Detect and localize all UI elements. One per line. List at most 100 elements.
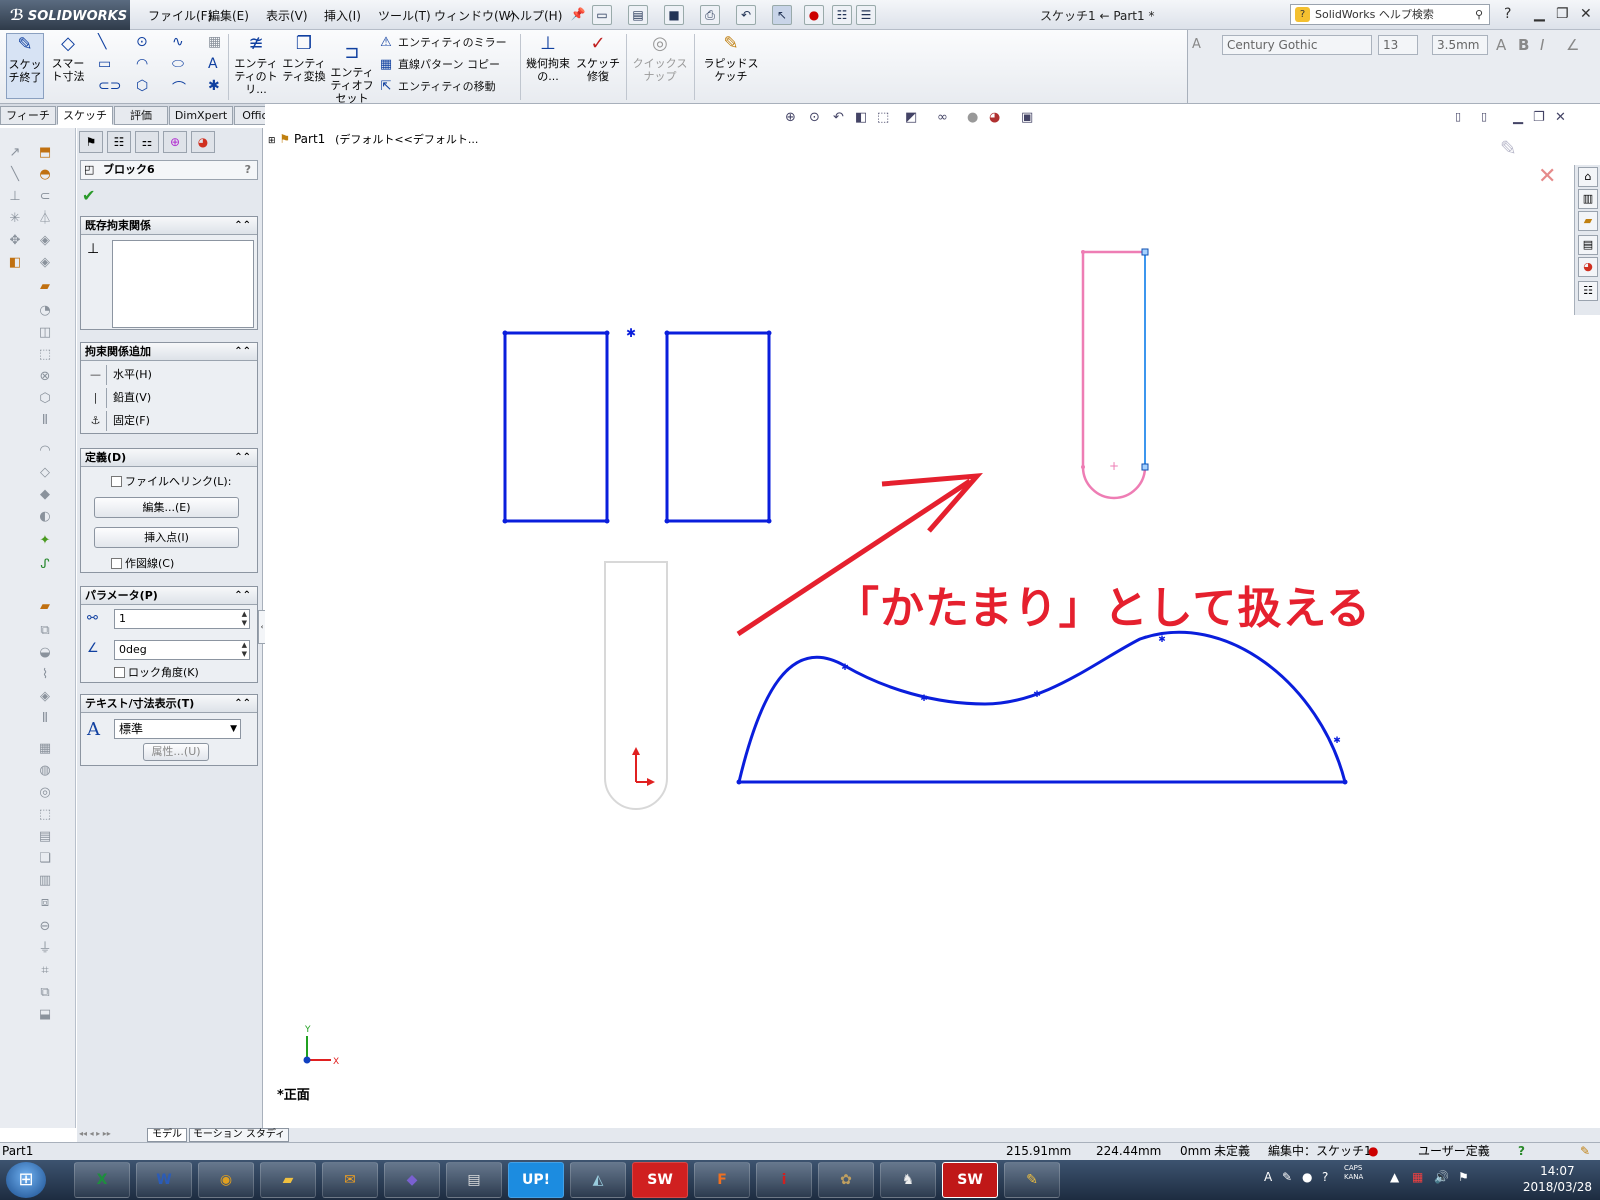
tab-motion-study[interactable]: モーション スタディ 1 — [189, 1128, 289, 1152]
hole-icon[interactable]: ⊗ — [36, 368, 54, 386]
scale-icon[interactable]: ⧉ — [36, 984, 54, 1002]
restore-button[interactable]: ❐ — [1556, 6, 1569, 22]
display-manager-tab-icon[interactable]: ◕ — [191, 131, 215, 153]
rebuild-status-icon[interactable]: ● — [1368, 1143, 1378, 1160]
cut-extrude-icon[interactable]: ▰ — [36, 278, 54, 296]
surface-icon[interactable]: ▦ — [36, 740, 54, 758]
design-library-icon[interactable]: ▥ — [1578, 189, 1598, 209]
draft-icon[interactable]: ◆ — [36, 486, 54, 504]
sketch-end-button[interactable]: ✎ スケッチ終了 — [6, 33, 44, 99]
lock-angle-checkbox[interactable]: ロック角度(K) — [114, 664, 199, 680]
curve-icon[interactable]: ᔑ — [36, 556, 54, 574]
rhino-taskbar-icon[interactable]: ♞ — [880, 1162, 936, 1198]
ok-check-icon[interactable]: ✔ — [82, 186, 95, 205]
solidworks-active-taskbar-icon[interactable]: SW — [942, 1162, 998, 1198]
font-height-input[interactable]: 3.5mm — [1432, 35, 1488, 55]
custom-properties-icon[interactable]: ☷ — [1578, 281, 1598, 301]
open-folder-icon[interactable]: ▤ — [628, 5, 648, 25]
solidworks-logo[interactable]: ℬ SOLIDWORKS — [0, 0, 130, 30]
spin-arrows-icon[interactable]: ▲ ▼ — [242, 641, 247, 659]
help-status-icon[interactable]: ? — [1518, 1143, 1525, 1160]
font-size-select[interactable]: 13 — [1378, 35, 1418, 55]
spline-profile[interactable]: ✱ ✱ ✱ ✱ ✱ — [736, 630, 1348, 785]
fillet-tool-icon[interactable]: ◠ — [36, 442, 54, 460]
rapid-sketch-button[interactable]: ✎ ラピッドスケッチ — [700, 33, 762, 83]
ime-indicator[interactable]: A — [1264, 1170, 1272, 1184]
cut-icon[interactable]: ◈ — [36, 254, 54, 272]
tray-tools-icon[interactable]: ✎ — [1282, 1170, 1292, 1184]
relation-vertical-button[interactable]: | 鉛直(V) — [85, 388, 253, 408]
insert-point-button[interactable]: 挿入点(I) — [94, 527, 239, 548]
edit-button[interactable]: 編集...(E) — [94, 497, 239, 518]
attributes-button[interactable]: 属性...(U) — [143, 743, 209, 761]
angle-input[interactable]: 0deg ▲ ▼ — [114, 640, 250, 660]
sketch-tool-icon[interactable]: ↗ — [6, 144, 24, 162]
text-icon[interactable]: A — [208, 56, 218, 72]
definition-header[interactable]: 定義(D) ⌃⌃ — [81, 449, 257, 467]
relation-horizontal-button[interactable]: — 水平(H) — [85, 365, 253, 385]
construction-icon[interactable]: ▦ — [208, 34, 221, 50]
dropdown-arrow-icon[interactable]: ▼ — [230, 720, 237, 738]
menu-help[interactable]: ヘルプ(H) — [508, 7, 562, 24]
rectangle-icon[interactable]: ▭ — [98, 56, 111, 72]
revolve-surface-icon[interactable]: ◎ — [36, 784, 54, 802]
resources-home-icon[interactable]: ⌂ — [1578, 167, 1598, 187]
help-question-icon[interactable]: ? — [245, 161, 251, 179]
rapid-prototype-icon[interactable]: ✦ — [36, 532, 54, 550]
tools-status-icon[interactable]: ✎ — [1580, 1143, 1590, 1160]
feature-tree-tab-icon[interactable]: ⚑ — [79, 131, 103, 153]
new-document-icon[interactable]: ▭ — [592, 5, 612, 25]
extrude-icon[interactable]: ⬒ — [36, 144, 54, 162]
copy-body-icon[interactable]: ⧉ — [36, 622, 54, 640]
repair-sketch-button[interactable]: ✓ スケッチ修復 — [576, 33, 620, 83]
file-explorer-icon[interactable]: ▰ — [1578, 211, 1598, 231]
scale-input[interactable]: 1 ▲ ▼ — [114, 609, 250, 629]
loft-icon[interactable]: ⏃ — [36, 210, 54, 228]
cut-loft-icon[interactable]: ⬚ — [36, 346, 54, 364]
taskbar-clock[interactable]: 14:07 2018/03/28 — [1523, 1163, 1592, 1195]
construction-checkbox[interactable]: 作図線(C) — [111, 555, 174, 571]
cut-revolve-icon[interactable]: ◔ — [36, 302, 54, 320]
select-pointer-icon[interactable]: ↖ — [772, 5, 792, 25]
flex-icon[interactable]: ⌇ — [36, 666, 54, 684]
sweep-icon[interactable]: ⊂ — [36, 188, 54, 206]
axis-icon[interactable]: ⊥ — [6, 188, 24, 206]
move-entities-button[interactable]: ⇱ エンティティの移動 — [378, 78, 496, 94]
collapse-icon[interactable]: ⌃⌃ — [234, 587, 251, 604]
ellipse-icon[interactable]: ⬭ — [172, 56, 184, 72]
replace-face-icon[interactable]: ❏ — [36, 850, 54, 868]
delete-face-icon[interactable]: ▥ — [36, 872, 54, 890]
options-icon[interactable]: ☰ — [856, 5, 876, 25]
outlook-taskbar-icon[interactable]: ✉ — [322, 1162, 378, 1198]
linear-pattern-button[interactable]: ▦ 直線パターン コピー — [378, 56, 500, 72]
line-tool-icon[interactable]: ╲ — [6, 166, 24, 184]
word-taskbar-icon[interactable]: W — [136, 1162, 192, 1198]
configuration-tab-icon[interactable]: ⚏ — [135, 131, 159, 153]
tray-up-arrow-icon[interactable]: ▲ — [1390, 1170, 1399, 1184]
mold-icon[interactable]: ⬓ — [36, 1006, 54, 1024]
sketch-point-icon[interactable]: ✱ — [626, 326, 636, 340]
pin-icon[interactable]: 📌 — [568, 5, 588, 25]
spline-icon[interactable]: ∿ — [172, 34, 184, 50]
spin-arrows-icon[interactable]: ▲ ▼ — [242, 610, 247, 628]
sketch-rectangle-left[interactable] — [502, 330, 610, 524]
solidworks-taskbar-icon[interactable]: SW — [632, 1162, 688, 1198]
collapse-icon[interactable]: ⌃⌃ — [234, 217, 251, 234]
tab-dimxpert[interactable]: DimXpert — [169, 106, 233, 125]
split-icon[interactable]: Ⅱ — [36, 710, 54, 728]
move-tool-icon[interactable]: ✥ — [6, 232, 24, 250]
menu-file[interactable]: ファイル(F) — [148, 7, 212, 24]
fillet-icon[interactable]: ⌒ — [172, 78, 186, 98]
undo-icon[interactable]: ↶ — [736, 5, 756, 25]
fusion-taskbar-icon[interactable]: F — [694, 1162, 750, 1198]
document-taskbar-icon[interactable]: ▤ — [446, 1162, 502, 1198]
italic-icon[interactable]: I — [1540, 36, 1544, 54]
mirror-entities-button[interactable]: ⚠ エンティティのミラー — [378, 34, 507, 50]
checkbox[interactable] — [111, 558, 122, 569]
save-icon[interactable]: ■ — [664, 5, 684, 25]
tab-scroll-arrows-icon[interactable]: ◂◂ ◂ ▸ ▸▸ — [79, 1129, 111, 1138]
existing-relations-list[interactable] — [112, 240, 254, 328]
tab-features[interactable]: フィーチャー — [0, 106, 56, 139]
line-icon[interactable]: ╲ — [98, 34, 106, 50]
menu-window[interactable]: ウィンドウ(W) — [434, 7, 515, 24]
